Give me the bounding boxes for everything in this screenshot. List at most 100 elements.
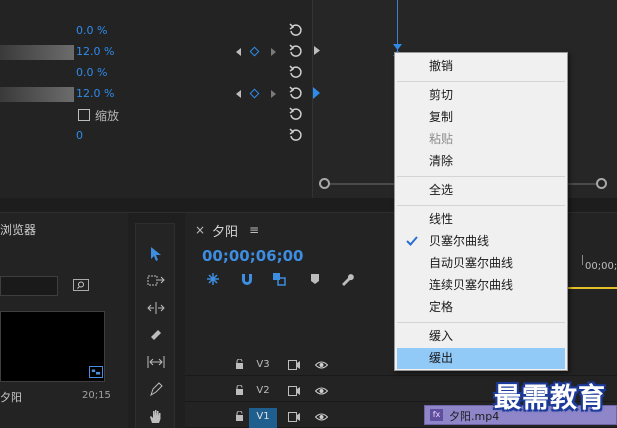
property-row: 缩放 — [0, 105, 312, 126]
track-name[interactable]: V3 — [249, 356, 277, 376]
menu-item[interactable]: 线性 — [397, 209, 565, 230]
menu-item[interactable]: 连续贝塞尔曲线 — [397, 275, 565, 296]
keyframe-nav — [236, 88, 280, 100]
menu-item-label: 复制 — [429, 110, 454, 124]
menu-item-label: 清除 — [429, 154, 454, 168]
slip-tool-icon[interactable] — [145, 352, 167, 372]
menu-item-label: 缓出 — [429, 351, 454, 365]
keyframe-arrow-icon — [314, 46, 320, 55]
checkmark-icon — [406, 236, 418, 246]
timeline-toolbar — [205, 271, 355, 287]
close-icon[interactable]: × — [195, 223, 205, 237]
ripple-edit-tool-icon[interactable] — [145, 298, 167, 318]
menu-item[interactable]: 复制 — [397, 107, 565, 128]
property-row: 0.0 % — [0, 63, 312, 84]
scroll-knob-right[interactable] — [596, 178, 607, 189]
add-keyframe-icon[interactable] — [249, 46, 260, 57]
snap-magnet-icon[interactable] — [239, 271, 255, 287]
menu-separator — [397, 322, 565, 323]
property-row: 12.0 % — [0, 42, 312, 63]
property-value[interactable]: 12.0 % — [76, 45, 114, 58]
property-row: 12.0 % — [0, 84, 312, 105]
prev-keyframe-icon[interactable] — [236, 48, 241, 56]
menu-separator — [397, 81, 565, 82]
context-menu: 撤销 剪切 复制 粘贴 清除 全选 线性 贝塞尔曲线 自动贝塞尔曲线 连续贝塞尔曲线 定格 缓入 缓出 — [394, 52, 568, 371]
tools-panel — [135, 223, 175, 428]
menu-item[interactable]: 自动贝塞尔曲线 — [397, 253, 565, 274]
property-slider[interactable] — [0, 45, 74, 60]
track-name[interactable]: V1 — [249, 408, 277, 428]
menu-item[interactable]: 缓入 — [397, 326, 565, 347]
fx-badge: fx — [430, 409, 443, 421]
media-browser-panel: 浏览器 夕阳 20;15 — [0, 213, 128, 428]
property-value[interactable]: 0.0 % — [76, 66, 107, 79]
clip-duration: 20;15 — [82, 390, 111, 401]
panel-menu-icon[interactable]: ≡ — [249, 223, 259, 237]
property-value[interactable]: 12.0 % — [76, 87, 114, 100]
pen-tool-icon[interactable] — [145, 379, 167, 399]
property-value[interactable]: 0 — [76, 129, 83, 142]
menu-item[interactable]: 剪切 — [397, 85, 565, 106]
reset-icon[interactable] — [289, 107, 303, 121]
next-keyframe-icon[interactable] — [271, 48, 276, 56]
reset-icon[interactable] — [289, 86, 303, 100]
watermark-text: 最需教育 — [494, 383, 606, 414]
add-keyframe-icon[interactable] — [249, 88, 260, 99]
menu-item[interactable]: 撤销 — [397, 56, 565, 77]
track-select-tool-icon[interactable] — [145, 271, 167, 291]
menu-item[interactable]: 贝塞尔曲线 — [397, 231, 565, 252]
clip-name: 夕阳 — [0, 391, 22, 404]
eye-icon[interactable] — [315, 360, 328, 370]
checkbox-label: 缩放 — [95, 109, 120, 123]
menu-separator — [397, 205, 565, 206]
eye-icon[interactable] — [315, 412, 328, 422]
menu-item[interactable]: 缓出 — [397, 348, 565, 369]
sequence-badge-icon — [89, 366, 103, 378]
menu-item-label: 全选 — [429, 183, 454, 197]
reset-icon[interactable] — [289, 65, 303, 79]
menu-item[interactable]: 全选 — [397, 180, 565, 201]
sequence-tab-name[interactable]: 夕阳 — [212, 221, 238, 240]
lock-icon[interactable] — [235, 359, 244, 369]
lock-icon[interactable] — [235, 411, 244, 421]
prev-keyframe-icon[interactable] — [236, 90, 241, 98]
video-clip-name: 夕阳.mp4 — [449, 410, 500, 423]
sync-lock-icon[interactable] — [288, 386, 300, 396]
menu-separator — [397, 176, 565, 177]
track-name[interactable]: V2 — [249, 382, 277, 402]
keyframe-nav — [236, 46, 280, 58]
reset-icon[interactable] — [289, 44, 303, 58]
add-marker-icon[interactable] — [307, 271, 323, 287]
menu-item[interactable]: 定格 — [397, 297, 565, 318]
ruler-timecode: 00;00;0 — [585, 261, 617, 272]
property-slider[interactable] — [0, 87, 74, 102]
search-input[interactable] — [0, 276, 58, 296]
reset-icon[interactable] — [289, 128, 303, 142]
selection-tool-icon[interactable] — [145, 244, 167, 264]
timecode-display[interactable]: 00;00;06;00 — [202, 247, 304, 265]
razor-tool-icon[interactable] — [145, 325, 167, 345]
property-row: 0.0 % — [0, 21, 312, 42]
sync-lock-icon[interactable] — [288, 360, 300, 370]
wrench-icon[interactable] — [339, 271, 355, 287]
uniform-scale-checkbox[interactable] — [78, 109, 90, 121]
sync-lock-icon[interactable] — [288, 412, 300, 422]
work-area-bar[interactable] — [568, 287, 617, 289]
menu-item-label: 缓入 — [429, 329, 454, 343]
search-icon[interactable] — [73, 279, 89, 291]
media-browser-title[interactable]: 浏览器 — [0, 221, 36, 238]
reset-icon[interactable] — [289, 23, 303, 37]
menu-item-label: 撤销 — [429, 59, 454, 73]
nest-icon[interactable] — [205, 271, 221, 287]
scroll-knob-left[interactable] — [319, 178, 330, 189]
menu-item-label: 线性 — [429, 212, 454, 226]
menu-item[interactable]: 清除 — [397, 151, 565, 172]
keyframe-marker-icon[interactable] — [313, 87, 320, 99]
next-keyframe-icon[interactable] — [271, 90, 276, 98]
linked-selection-icon[interactable] — [271, 271, 287, 287]
eye-icon[interactable] — [315, 386, 328, 396]
ruler-tick — [582, 255, 583, 265]
property-value[interactable]: 0.0 % — [76, 24, 107, 37]
hand-tool-icon[interactable] — [145, 406, 167, 426]
lock-icon[interactable] — [235, 385, 244, 395]
